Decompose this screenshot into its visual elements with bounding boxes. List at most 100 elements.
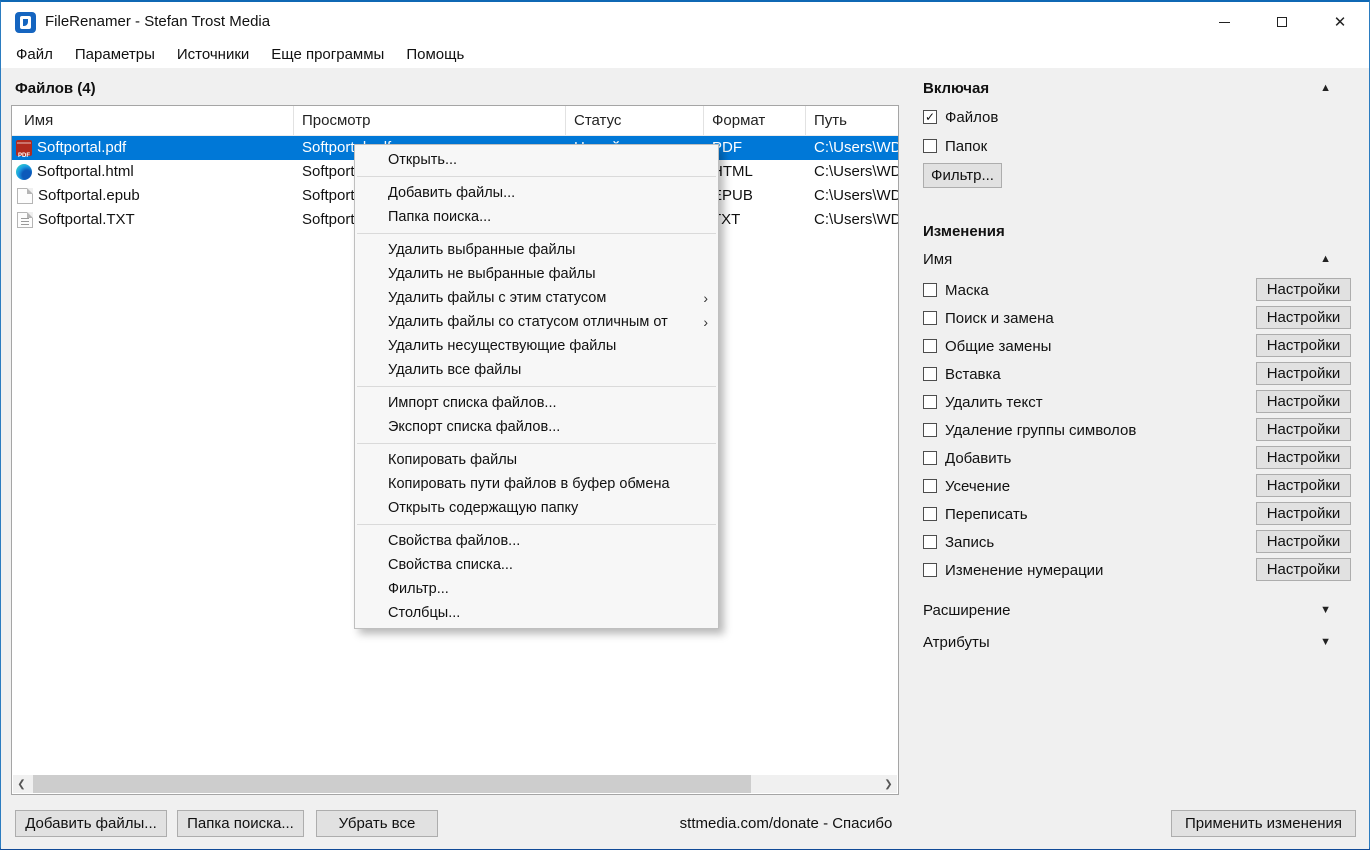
checkbox-unchecked-icon[interactable] [923, 535, 937, 549]
context-menu-item[interactable]: Удалить файлы со статусом отличным от › [355, 310, 718, 334]
checkbox-unchecked-icon[interactable] [923, 479, 937, 493]
section-title-name: Имя [923, 251, 953, 268]
context-menu-item[interactable]: Удалить не выбранные файлы [355, 262, 718, 286]
checkbox-unchecked-icon[interactable] [923, 563, 937, 577]
context-menu-item[interactable]: Копировать файлы [355, 448, 718, 472]
submenu-arrow-icon: › [703, 314, 708, 330]
checkbox-unchecked-icon[interactable] [923, 339, 937, 353]
horizontal-scrollbar[interactable]: ❮ ❯ [13, 775, 897, 793]
menu-item-label: Импорт списка файлов... [388, 395, 557, 411]
include-checkbox-row: ✓ Файлов [923, 107, 998, 127]
scrollbar-track[interactable] [30, 775, 880, 793]
menu-separator [357, 176, 716, 177]
menu-item-label: Фильтр... [388, 581, 449, 597]
column-header-1[interactable]: Просмотр [294, 106, 566, 135]
menubar-item-3[interactable]: Еще программы [260, 42, 395, 68]
checkbox-unchecked-icon[interactable] [923, 423, 937, 437]
context-menu: Открыть... Добавить файлы... Папка поиска.… [354, 144, 719, 629]
context-menu-item[interactable]: Фильтр... [355, 577, 718, 601]
settings-button[interactable]: Настройки [1256, 390, 1351, 413]
checkbox-label: Файлов [945, 108, 999, 126]
files-count-label: Файлов (4) [15, 80, 96, 97]
context-menu-item[interactable]: Удалить несуществующие файлы [355, 334, 718, 358]
settings-button[interactable]: Настройки [1256, 418, 1351, 441]
apply-changes-button[interactable]: Применить изменения [1171, 810, 1356, 837]
settings-button[interactable]: Настройки [1256, 446, 1351, 469]
section-title-extension: Расширение [923, 602, 1011, 619]
checkbox-unchecked-icon[interactable] [923, 139, 937, 153]
window-title: FileRenamer - Stefan Trost Media [45, 13, 271, 30]
menu-item-label: Свойства списка... [388, 557, 513, 573]
checkbox-unchecked-icon[interactable] [923, 283, 937, 297]
rename-option-row: Добавить [923, 448, 1011, 468]
settings-button[interactable]: Настройки [1256, 334, 1351, 357]
context-menu-item[interactable]: Свойства списка... [355, 553, 718, 577]
file-format: HTML [712, 163, 753, 180]
settings-button[interactable]: Настройки [1256, 558, 1351, 581]
context-menu-item[interactable]: Открыть... [355, 148, 718, 172]
settings-button[interactable]: Настройки [1256, 362, 1351, 385]
scroll-left-arrow-icon[interactable]: ❮ [13, 775, 30, 793]
rename-option-row: Запись [923, 532, 994, 552]
settings-button[interactable]: Настройки [1256, 502, 1351, 525]
menubar-item-2[interactable]: Источники [166, 42, 260, 68]
checkbox-unchecked-icon[interactable] [923, 451, 937, 465]
add-files-button[interactable]: Добавить файлы... [15, 810, 167, 837]
collapse-arrow-icon[interactable]: ▲ [1320, 253, 1331, 265]
scrollbar-thumb[interactable] [33, 775, 751, 793]
column-header-2[interactable]: Статус [566, 106, 704, 135]
context-menu-item[interactable]: Удалить выбранные файлы [355, 238, 718, 262]
context-menu-item[interactable]: Импорт списка файлов... [355, 391, 718, 415]
checkbox-label: Папок [945, 137, 988, 155]
checkbox-unchecked-icon[interactable] [923, 311, 937, 325]
context-menu-item[interactable]: Копировать пути файлов в буфер обмена [355, 472, 718, 496]
menubar-item-1[interactable]: Параметры [64, 42, 166, 68]
section-title-including: Включая [923, 80, 990, 97]
checkbox-checked-icon[interactable]: ✓ [923, 110, 937, 124]
menu-separator [357, 233, 716, 234]
scroll-right-arrow-icon[interactable]: ❯ [880, 775, 897, 793]
expand-arrow-icon[interactable]: ▼ [1320, 636, 1331, 648]
checkbox-unchecked-icon[interactable] [923, 507, 937, 521]
menu-item-label: Копировать пути файлов в буфер обмена [388, 476, 670, 492]
context-menu-item[interactable]: Свойства файлов... [355, 529, 718, 553]
remove-all-button[interactable]: Убрать все [316, 810, 438, 837]
context-menu-item[interactable]: Удалить файлы с этим статусом › [355, 286, 718, 310]
rename-option-row: Маска [923, 280, 989, 300]
settings-button[interactable]: Настройки [1256, 306, 1351, 329]
menu-item-label: Экспорт списка файлов... [388, 419, 561, 435]
rename-option-row: Переписать [923, 504, 1028, 524]
context-menu-item[interactable]: Добавить файлы... [355, 181, 718, 205]
menubar-item-0[interactable]: Файл [5, 42, 64, 68]
settings-button[interactable]: Настройки [1256, 530, 1351, 553]
checkbox-unchecked-icon[interactable] [923, 367, 937, 381]
rename-option-row: Вставка [923, 364, 1001, 384]
column-header-4[interactable]: Путь [806, 106, 898, 135]
context-menu-item[interactable]: Удалить все файлы [355, 358, 718, 382]
menu-item-label: Копировать файлы [388, 452, 518, 468]
rename-option-row: Удаление группы символов [923, 420, 1136, 440]
context-menu-item[interactable]: Столбцы... [355, 601, 718, 625]
menu-item-label: Удалить файлы с этим статусом [388, 290, 607, 306]
file-name: Softportal.pdf [37, 139, 127, 156]
checkbox-unchecked-icon[interactable] [923, 395, 937, 409]
context-menu-item[interactable]: Открыть содержащую папку [355, 496, 718, 520]
expand-arrow-icon[interactable]: ▼ [1320, 604, 1331, 616]
menu-item-label: Столбцы... [388, 605, 461, 621]
txt-file-icon [17, 212, 33, 228]
context-menu-item[interactable]: Экспорт списка файлов... [355, 415, 718, 439]
collapse-arrow-icon[interactable]: ▲ [1320, 82, 1331, 94]
context-menu-item[interactable]: Папка поиска... [355, 205, 718, 229]
submenu-arrow-icon: › [703, 290, 708, 306]
file-path: C:\Users\WDA [814, 187, 898, 204]
search-folder-button[interactable]: Папка поиска... [177, 810, 304, 837]
column-header-3[interactable]: Формат [704, 106, 806, 135]
filter-button[interactable]: Фильтр... [923, 163, 1002, 188]
donate-status-text: sttmedia.com/donate - Спасибо [679, 815, 893, 832]
column-header-0[interactable]: Имя [12, 106, 294, 135]
menubar-item-4[interactable]: Помощь [395, 42, 475, 68]
settings-button[interactable]: Настройки [1256, 278, 1351, 301]
settings-button[interactable]: Настройки [1256, 474, 1351, 497]
options-sidebar: Включая ▲ ✓ Файлов Папок Фильтр... Изменен… [923, 2, 1353, 847]
rename-option-row: Удалить текст [923, 392, 1043, 412]
